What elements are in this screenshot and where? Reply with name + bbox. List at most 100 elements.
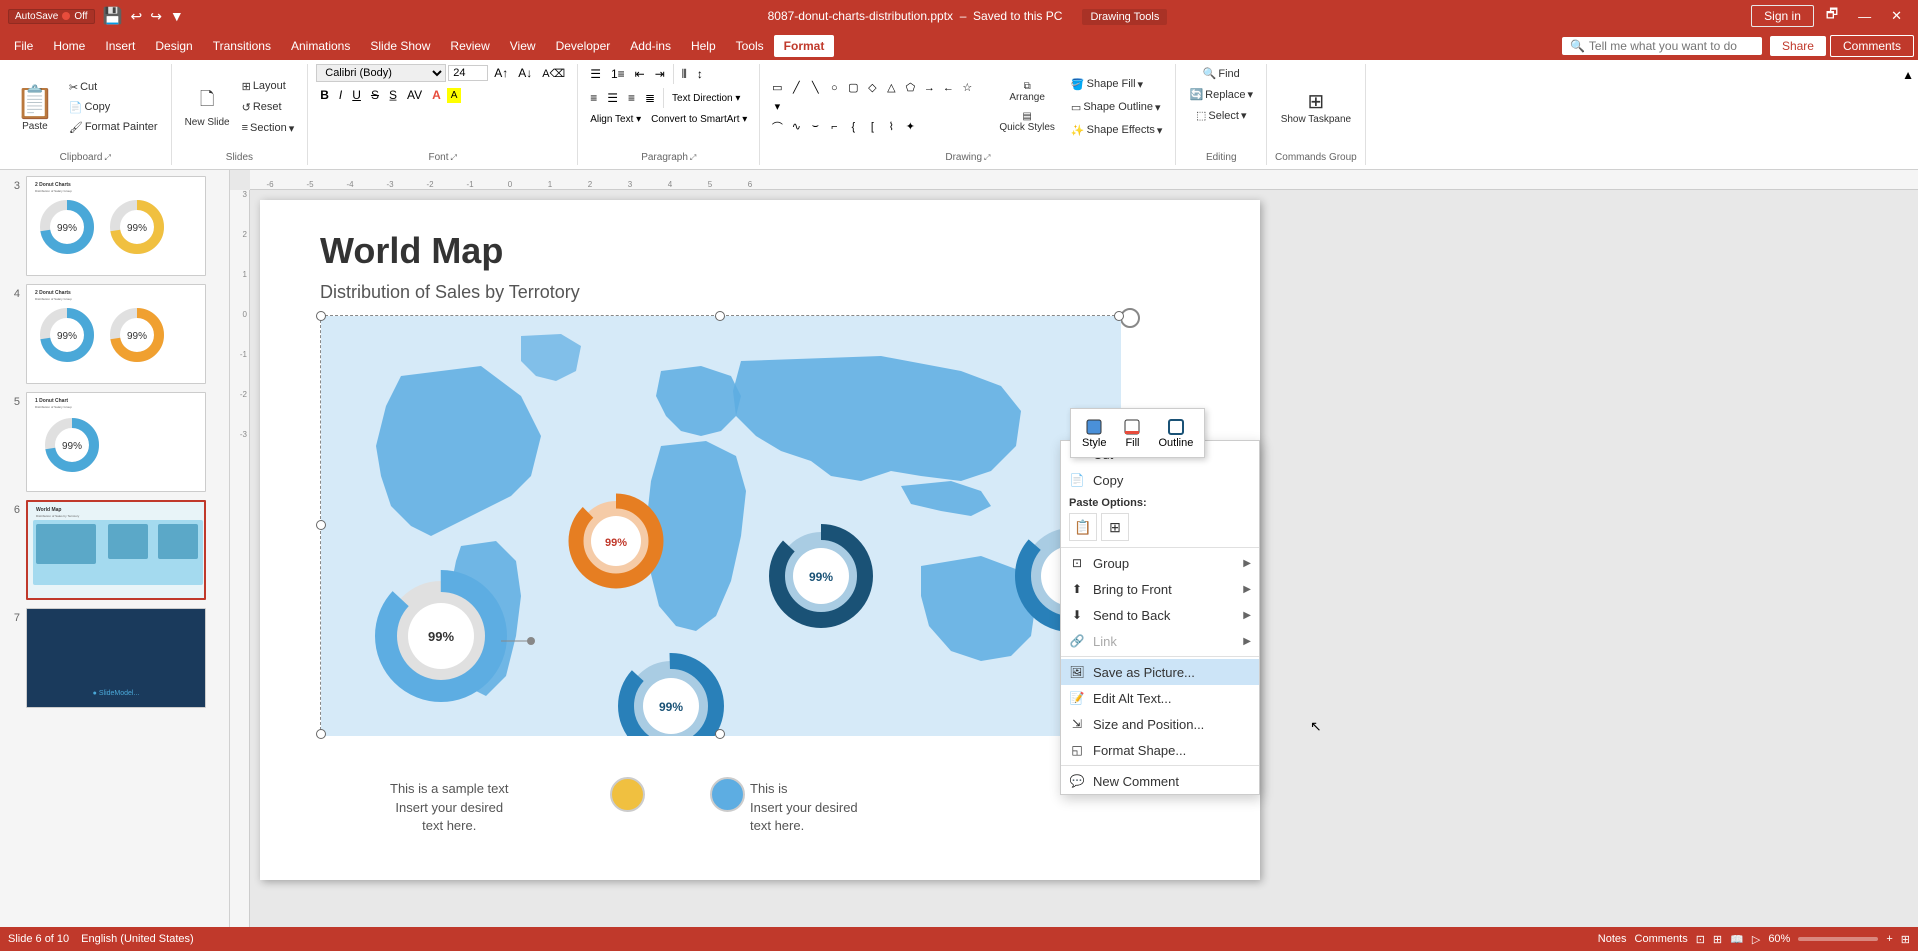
ctx-edit-alt-text[interactable]: 📝 Edit Alt Text... bbox=[1061, 685, 1259, 711]
align-text-button[interactable]: Align Text ▾ bbox=[586, 112, 645, 127]
restore-down-icon[interactable]: 🗗 bbox=[1818, 3, 1846, 29]
redo-icon[interactable]: ↪ bbox=[150, 8, 162, 25]
ctx-size-position[interactable]: ⇲ Size and Position... bbox=[1061, 711, 1259, 737]
menu-addins[interactable]: Add-ins bbox=[620, 35, 681, 57]
ctx-new-comment[interactable]: 💬 New Comment bbox=[1061, 768, 1259, 794]
replace-button[interactable]: 🔄 Replace ▾ bbox=[1184, 85, 1258, 104]
menu-animations[interactable]: Animations bbox=[281, 35, 360, 57]
customize-icon[interactable]: ▼ bbox=[170, 8, 184, 24]
menu-slideshow[interactable]: Slide Show bbox=[360, 35, 440, 57]
shape-custom[interactable]: ⌇ bbox=[882, 118, 900, 136]
undo-icon[interactable]: ↩ bbox=[130, 8, 142, 25]
shape-more[interactable]: ▾ bbox=[768, 98, 786, 116]
quick-styles-button[interactable]: ▤ Quick Styles bbox=[994, 108, 1060, 136]
find-button[interactable]: 🔍 Find bbox=[1198, 64, 1245, 83]
ctx-save-as-picture[interactable]: 🖼 Save as Picture... bbox=[1061, 659, 1259, 685]
increase-indent-button[interactable]: ⇥ bbox=[651, 65, 669, 83]
shape-curve[interactable]: ⌣ bbox=[806, 118, 824, 136]
convert-smartart-button[interactable]: Convert to SmartArt ▾ bbox=[647, 112, 751, 127]
slide-thumbnail-4[interactable]: 2 Donut Charts Distribution of Salary Gr… bbox=[26, 284, 206, 384]
shape-rect[interactable]: ▭ bbox=[768, 79, 786, 97]
underline-button[interactable]: U bbox=[348, 86, 365, 104]
shape-bracket[interactable]: [ bbox=[863, 118, 881, 136]
highlight-button[interactable]: A bbox=[447, 88, 462, 103]
cut-button[interactable]: ✂ Cut bbox=[64, 78, 163, 97]
map-container[interactable]: 99% 99% bbox=[320, 315, 1120, 735]
close-icon[interactable]: ✕ bbox=[1883, 6, 1910, 26]
font-expand-icon[interactable]: ⤢ bbox=[451, 153, 457, 163]
shape-line2[interactable]: ╲ bbox=[806, 79, 824, 97]
slide-thumb-6[interactable]: 6 World Map Distribution of Sales by Ter… bbox=[4, 498, 225, 602]
align-left-button[interactable]: ≡ bbox=[586, 89, 601, 107]
italic-button[interactable]: I bbox=[335, 86, 346, 104]
reading-view-icon[interactable]: 📖 bbox=[1730, 933, 1744, 946]
menu-design[interactable]: Design bbox=[145, 35, 202, 57]
bold-button[interactable]: B bbox=[316, 86, 333, 104]
font-name-select[interactable]: Calibri (Body) bbox=[316, 64, 446, 82]
menu-tools[interactable]: Tools bbox=[726, 35, 774, 57]
menu-home[interactable]: Home bbox=[43, 35, 95, 57]
ctx-group[interactable]: ⊡ Group ▶ bbox=[1061, 550, 1259, 576]
slideshow-icon[interactable]: ▷ bbox=[1752, 933, 1760, 946]
sign-in-button[interactable]: Sign in bbox=[1751, 5, 1814, 27]
align-center-button[interactable]: ☰ bbox=[603, 89, 622, 107]
slide-thumb-7[interactable]: 7 ● SlideModel... bbox=[4, 606, 225, 710]
shape-rounded-rect[interactable]: ▢ bbox=[844, 79, 862, 97]
slide-thumb-5[interactable]: 5 1 Donut Chart Distribution of Salary G… bbox=[4, 390, 225, 494]
paste-button[interactable]: 📋 Paste bbox=[8, 78, 62, 137]
zoom-slider[interactable] bbox=[1798, 937, 1878, 941]
clipboard-expand-icon[interactable]: ⤢ bbox=[104, 153, 110, 163]
ctx-format-shape[interactable]: ◱ Format Shape... bbox=[1061, 737, 1259, 763]
menu-help[interactable]: Help bbox=[681, 35, 726, 57]
shape-pentagon[interactable]: ⬠ bbox=[901, 79, 919, 97]
shape-oval[interactable]: ○ bbox=[825, 79, 843, 97]
save-icon[interactable]: 💾 bbox=[103, 6, 123, 26]
select-button[interactable]: ⬚ Select ▾ bbox=[1191, 106, 1252, 125]
shape-triangle[interactable]: △ bbox=[882, 79, 900, 97]
shape-star[interactable]: ☆ bbox=[958, 79, 976, 97]
justify-button[interactable]: ≣ bbox=[641, 89, 659, 107]
ctx-copy[interactable]: 📄 Copy bbox=[1061, 467, 1259, 493]
slide-thumb-4[interactable]: 4 2 Donut Charts Distribution of Salary … bbox=[4, 282, 225, 386]
shape-line[interactable]: ╱ bbox=[787, 79, 805, 97]
slide-sorter-icon[interactable]: ⊞ bbox=[1713, 933, 1722, 946]
paste-merge-button[interactable]: ⊞ bbox=[1101, 513, 1129, 541]
slide-thumb-3[interactable]: 3 2 Donut Charts Distribution of Salary … bbox=[4, 174, 225, 278]
format-painter-button[interactable]: 🖌 Format Painter bbox=[64, 118, 163, 137]
fill-tool-button[interactable]: Fill bbox=[1115, 413, 1149, 453]
menu-insert[interactable]: Insert bbox=[95, 35, 145, 57]
font-increase-button[interactable]: A↑ bbox=[490, 64, 512, 82]
shape-fill-button[interactable]: 🪣 Shape Fill ▾ bbox=[1066, 75, 1168, 94]
normal-view-icon[interactable]: ⊡ bbox=[1696, 933, 1705, 946]
menu-review[interactable]: Review bbox=[440, 35, 499, 57]
line-spacing-button[interactable]: ↕ bbox=[693, 65, 707, 83]
numbering-button[interactable]: 1≡ bbox=[607, 65, 629, 83]
shape-connector[interactable]: ⌐ bbox=[825, 118, 843, 136]
font-color-button[interactable]: A bbox=[428, 86, 445, 104]
align-right-button[interactable]: ≡ bbox=[624, 89, 639, 107]
section-button[interactable]: ≡ Section ▾ bbox=[237, 119, 300, 138]
columns-button[interactable]: ⫴ bbox=[678, 65, 691, 84]
ctx-link[interactable]: 🔗 Link ▶ bbox=[1061, 628, 1259, 654]
strikethrough-button[interactable]: S bbox=[367, 86, 383, 104]
layout-button[interactable]: ⊞ Layout bbox=[237, 77, 300, 96]
comments-status-button[interactable]: Comments bbox=[1635, 933, 1688, 945]
menu-view[interactable]: View bbox=[500, 35, 546, 57]
ctx-bring-to-front[interactable]: ⬆ Bring to Front ▶ bbox=[1061, 576, 1259, 602]
drawing-expand-icon[interactable]: ⤢ bbox=[984, 153, 990, 163]
ribbon-collapse-button[interactable]: ▲ bbox=[1898, 64, 1918, 165]
shape-arc[interactable]: ⌒ bbox=[768, 118, 786, 136]
slide-thumbnail-6[interactable]: World Map Distribution of Sales by Terro… bbox=[26, 500, 206, 600]
character-spacing-button[interactable]: AV bbox=[403, 86, 426, 104]
shape-diamond[interactable]: ◇ bbox=[863, 79, 881, 97]
font-decrease-button[interactable]: A↓ bbox=[514, 64, 536, 82]
menu-format[interactable]: Format bbox=[774, 35, 835, 57]
font-size-input[interactable] bbox=[448, 65, 488, 81]
slide-thumbnail-3[interactable]: 2 Donut Charts Distribution of Salary Gr… bbox=[26, 176, 206, 276]
bullets-button[interactable]: ☰ bbox=[586, 65, 605, 83]
sel-handle-bc[interactable] bbox=[715, 729, 725, 739]
menu-developer[interactable]: Developer bbox=[546, 35, 621, 57]
sel-handle-bl[interactable] bbox=[316, 729, 326, 739]
shape-wave[interactable]: ∿ bbox=[787, 118, 805, 136]
shape-effects-button[interactable]: ✨ Shape Effects ▾ bbox=[1066, 121, 1168, 140]
